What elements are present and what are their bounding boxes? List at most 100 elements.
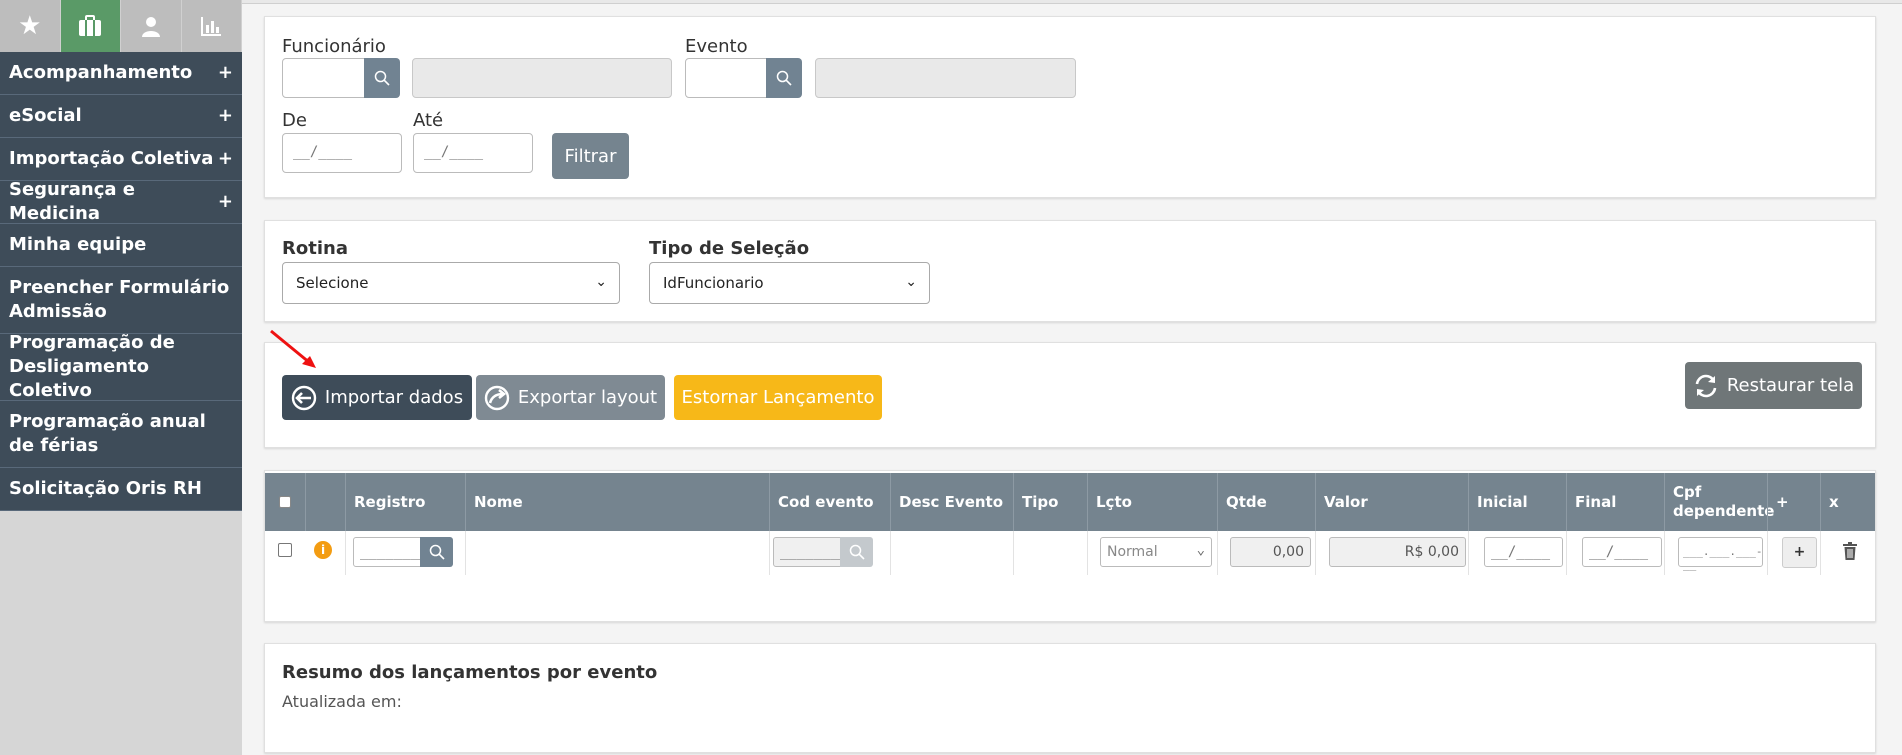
cpf-dependente-input[interactable]: ___.___.___-__ [1678, 537, 1763, 571]
summary-title: Resumo dos lançamentos por evento [282, 662, 658, 683]
summary-panel [264, 643, 1876, 753]
tipo-selecao-value: IdFuncionario [663, 274, 764, 292]
expand-icon: + [217, 62, 233, 83]
de-label: De [282, 110, 307, 131]
valor-input[interactable]: R$ 0,00 [1329, 537, 1466, 567]
red-arrow-annotation [270, 329, 316, 368]
tipo-selecao-label: Tipo de Seleção [649, 238, 810, 259]
export-icon [484, 385, 510, 410]
importar-dados-button[interactable]: Importar dados [282, 375, 472, 420]
search-icon [374, 70, 390, 86]
col-tipo: Tipo [1013, 473, 1087, 531]
sidebar-item-seguranca-medicina[interactable]: Segurança e Medicina + [0, 179, 242, 224]
sidebar-menu: Acompanhamento + eSocial + Importação Cole… [0, 52, 242, 511]
funcionario-name-field [412, 58, 672, 98]
col-final: Final [1566, 473, 1664, 531]
summary-updated: Atualizada em: [282, 692, 402, 711]
col-cpf-dependente: Cpf dependente [1664, 473, 1774, 531]
evento-search-button[interactable] [766, 58, 802, 98]
select-all-header [265, 473, 305, 531]
evento-id-input[interactable] [685, 58, 767, 98]
row-checkbox[interactable] [278, 543, 292, 557]
funcionario-search-button[interactable] [364, 58, 400, 98]
info-icon[interactable]: i [314, 541, 332, 559]
table-header: Registro Nome Cod evento Desc Evento Tip… [265, 473, 1875, 531]
col-lcto: Lçto [1087, 473, 1217, 531]
importar-label: Importar dados [324, 387, 464, 408]
top-divider [242, 0, 1902, 4]
sidebar-item-acompanhamento[interactable]: Acompanhamento + [0, 52, 242, 95]
chevron-down-icon: ⌄ [905, 274, 917, 290]
col-cod-evento: Cod evento [769, 473, 890, 531]
exportar-label: Exportar layout [517, 387, 658, 408]
sidebar-item-label: eSocial [9, 105, 82, 126]
bar-chart-icon [201, 17, 222, 36]
import-icon [291, 385, 317, 410]
refresh-icon [1695, 374, 1717, 397]
lcto-select[interactable]: Normal ⌄ [1100, 537, 1212, 567]
funcionario-label: Funcionário [282, 36, 386, 57]
sidebar-item-label: Programação anual de férias [9, 411, 206, 456]
sidebar: ★ Acompanhamento + eSocial + Importação Co… [0, 0, 242, 755]
sidebar-item-solicitacao-oris[interactable]: Solicitação Oris RH [0, 468, 242, 511]
col-nome: Nome [465, 473, 769, 531]
user-icon [141, 17, 160, 37]
sidebar-item-programacao-ferias[interactable]: Programação anual de férias [0, 401, 242, 468]
tab-business[interactable] [60, 0, 121, 52]
add-row-button[interactable]: + [1782, 537, 1817, 568]
chevron-down-icon: ⌄ [595, 274, 607, 290]
sidebar-item-importacao-coletiva[interactable]: Importação Coletiva + [0, 138, 242, 181]
sidebar-item-minha-equipe[interactable]: Minha equipe [0, 224, 242, 267]
filtrar-button[interactable]: Filtrar [552, 133, 629, 179]
estornar-lancamento-button[interactable]: Estornar Lançamento [674, 375, 882, 420]
col-add: + [1767, 473, 1820, 531]
sidebar-item-label: Segurança e Medicina [9, 179, 135, 224]
de-date-input[interactable]: __/____ [282, 133, 402, 173]
select-all-checkbox[interactable] [279, 496, 291, 508]
lcto-value: Normal [1107, 544, 1158, 560]
col-registro: Registro [345, 473, 465, 531]
sidebar-item-label: Minha equipe [9, 234, 147, 255]
chevron-down-icon: ⌄ [1196, 542, 1205, 558]
tipo-selecao-select[interactable]: IdFuncionario ⌄ [649, 262, 930, 304]
final-input[interactable]: __/____ [1582, 537, 1662, 567]
tab-reports[interactable] [181, 0, 242, 52]
expand-icon: + [217, 148, 233, 169]
sidebar-item-formulario-admissao[interactable]: Preencher Formulário Admissão [0, 267, 242, 334]
rotina-select[interactable]: Selecione ⌄ [282, 262, 620, 304]
inicial-input[interactable]: __/____ [1484, 537, 1563, 567]
col-valor: Valor [1315, 473, 1468, 531]
col-desc-evento: Desc Evento [890, 473, 1013, 531]
restaurar-tela-button[interactable]: Restaurar tela [1685, 362, 1862, 409]
funcionario-id-input[interactable] [282, 58, 366, 98]
briefcase-icon [79, 15, 102, 36]
expand-icon: + [217, 105, 233, 126]
col-qtde: Qtde [1217, 473, 1315, 531]
sidebar-item-label: Solicitação Oris RH [9, 478, 202, 499]
tab-favorites[interactable]: ★ [0, 0, 61, 52]
expand-icon: + [217, 191, 233, 212]
ate-date-input[interactable]: __/____ [413, 133, 533, 173]
cod-evento-input[interactable]: ________ [773, 537, 847, 567]
restaurar-label: Restaurar tela [1726, 375, 1855, 396]
star-icon: ★ [18, 11, 42, 41]
cod-evento-search-button[interactable] [840, 537, 873, 567]
search-icon [776, 70, 792, 86]
search-icon [429, 544, 445, 560]
sidebar-item-label: Acompanhamento [9, 62, 193, 83]
registro-search-button[interactable] [420, 537, 453, 567]
tab-user[interactable] [121, 0, 182, 52]
qtde-input[interactable]: 0,00 [1230, 537, 1311, 567]
evento-name-field [815, 58, 1076, 98]
rotina-label: Rotina [282, 238, 348, 259]
exportar-layout-button[interactable]: Exportar layout [476, 375, 665, 420]
col-inicial: Inicial [1468, 473, 1566, 531]
trash-icon[interactable] [1842, 542, 1858, 561]
sidebar-item-esocial[interactable]: eSocial + [0, 95, 242, 138]
sidebar-item-desligamento-coletivo[interactable]: Programação de Desligamento Coletivo [0, 332, 242, 401]
registro-input[interactable]: ________ [353, 537, 427, 567]
col-remove: x [1820, 473, 1875, 531]
search-icon [849, 544, 865, 560]
sidebar-item-label: Importação Coletiva [9, 148, 214, 169]
evento-label: Evento [685, 36, 748, 57]
